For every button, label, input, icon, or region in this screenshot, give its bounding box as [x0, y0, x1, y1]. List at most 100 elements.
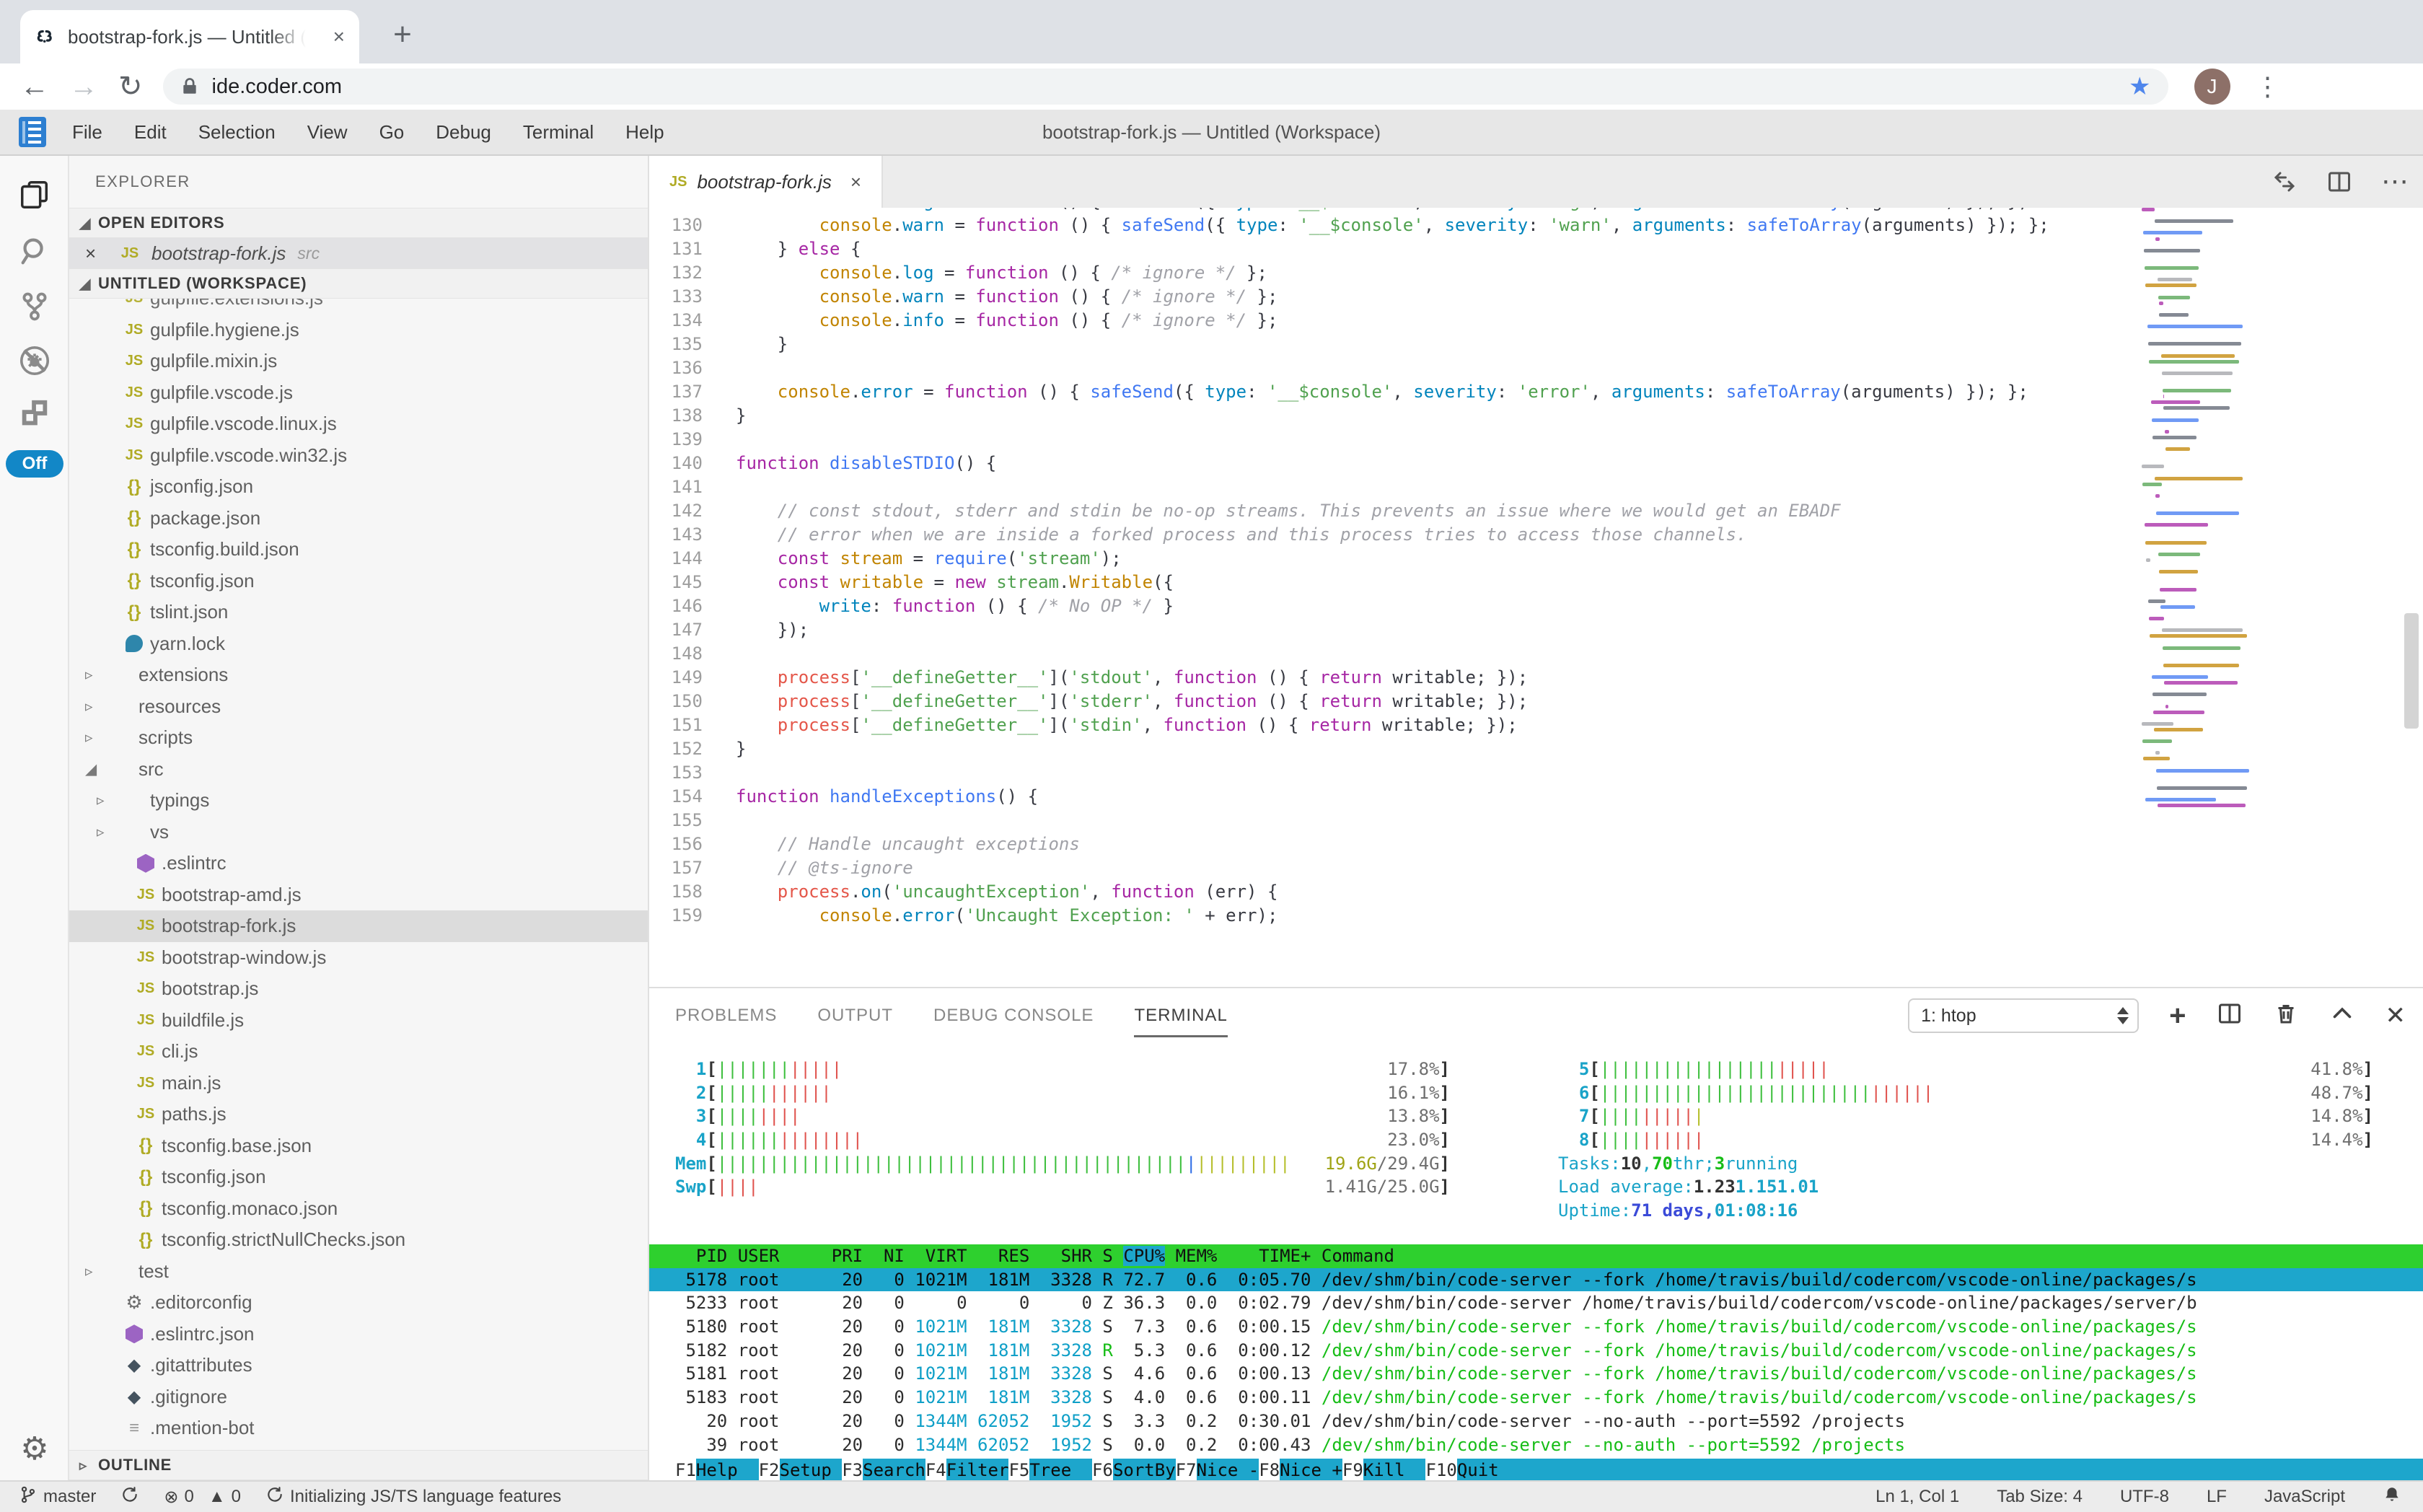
- menu-edit[interactable]: Edit: [118, 121, 183, 144]
- menu-go[interactable]: Go: [364, 121, 421, 144]
- outline-header[interactable]: ▹ OUTLINE: [69, 1450, 648, 1480]
- tree-folder-test[interactable]: ▹test: [69, 1256, 648, 1288]
- avatar[interactable]: J: [2194, 69, 2230, 105]
- browser-tab[interactable]: bootstrap-fork.js — Untitled (W ×: [20, 10, 359, 63]
- tree-folder-extensions[interactable]: ▹extensions: [69, 659, 648, 691]
- tree-file-main.js[interactable]: JSmain.js: [69, 1068, 648, 1099]
- tree-file-bootstrap.js[interactable]: JSbootstrap.js: [69, 973, 648, 1005]
- telemetry-off-badge[interactable]: Off: [6, 450, 63, 478]
- problems-indicator[interactable]: ⊗ 0 ▲ 0: [164, 1487, 241, 1508]
- tree-file-bootstrap-amd.js[interactable]: JSbootstrap-amd.js: [69, 879, 648, 911]
- htop-process-row-20[interactable]: 20 root 20 0 1344M 62052 1952 S 3.3 0.2 …: [649, 1410, 2423, 1433]
- tree-file-gulpfile.extensions.js[interactable]: JSgulpfile.extensions.js: [69, 299, 648, 315]
- panel-tab-terminal[interactable]: TERMINAL: [1134, 988, 1227, 1043]
- terminal-select[interactable]: 1: htop: [1908, 998, 2139, 1033]
- new-terminal-icon[interactable]: +: [2169, 1001, 2186, 1030]
- terminal[interactable]: 1[||||||||||||17.8%] 2[|||||||||||16.1%]…: [649, 1043, 2423, 1482]
- status-ln-1-col-1[interactable]: Ln 1, Col 1: [1875, 1487, 1959, 1507]
- tree-folder-scripts[interactable]: ▹scripts: [69, 722, 648, 754]
- kill-terminal-icon[interactable]: [2273, 1001, 2299, 1032]
- status-javascript[interactable]: JavaScript: [2264, 1487, 2345, 1507]
- debug-disabled-icon[interactable]: [0, 335, 69, 387]
- bell-icon[interactable]: [2383, 1485, 2401, 1509]
- forward-icon[interactable]: →: [69, 71, 98, 103]
- tree-file-gulpfile.vscode.linux.js[interactable]: JSgulpfile.vscode.linux.js: [69, 408, 648, 440]
- editor-scrollbar[interactable]: [2404, 613, 2419, 729]
- close-icon[interactable]: ×: [85, 242, 114, 265]
- tree-file-tslint.json[interactable]: {}tslint.json: [69, 597, 648, 628]
- tree-folder-typings[interactable]: ▹typings: [69, 785, 648, 817]
- tree-file-tsconfig.json[interactable]: {}tsconfig.json: [69, 566, 648, 597]
- tree-file-bootstrap-window.js[interactable]: JSbootstrap-window.js: [69, 942, 648, 974]
- maximize-panel-icon[interactable]: [2329, 1001, 2355, 1032]
- tree-file-tsconfig.json[interactable]: {}tsconfig.json: [69, 1161, 648, 1193]
- htop-process-row-5180[interactable]: 5180 root 20 0 1021M 181M 3328 S 7.3 0.6…: [649, 1315, 2423, 1339]
- tree-file-gulpfile.mixin.js[interactable]: JSgulpfile.mixin.js: [69, 346, 648, 377]
- tree-file-gulpfile.vscode.win32.js[interactable]: JSgulpfile.vscode.win32.js: [69, 440, 648, 472]
- code-server-logo-icon[interactable]: [19, 117, 46, 147]
- tree-file-package.json[interactable]: {}package.json: [69, 503, 648, 535]
- htop-table-header[interactable]: PID USER PRI NI VIRT RES SHR S CPU% MEM%…: [649, 1244, 2423, 1268]
- status-utf-8[interactable]: UTF-8: [2120, 1487, 2169, 1507]
- close-panel-icon[interactable]: ✕: [2385, 1001, 2406, 1030]
- panel-tab-debug-console[interactable]: DEBUG CONSOLE: [933, 988, 1094, 1043]
- htop-process-row-5178[interactable]: 5178 root 20 0 1021M 181M 3328 R 72.7 0.…: [649, 1268, 2423, 1292]
- sync-indicator[interactable]: [120, 1485, 139, 1509]
- tree-folder-src[interactable]: ◢src: [69, 754, 648, 786]
- open-editors-header[interactable]: ◢ OPEN EDITORS: [69, 208, 648, 238]
- open-editor-item[interactable]: × JS bootstrap-fork.js src: [69, 238, 648, 268]
- tree-file-tsconfig.base.json[interactable]: {}tsconfig.base.json: [69, 1130, 648, 1162]
- reload-icon[interactable]: ↻: [118, 70, 143, 103]
- menu-view[interactable]: View: [291, 121, 364, 144]
- new-tab-button[interactable]: +: [382, 16, 423, 56]
- menu-file[interactable]: File: [56, 121, 118, 144]
- tree-file-tsconfig.build.json[interactable]: {}tsconfig.build.json: [69, 534, 648, 566]
- tree-file-buildfile.js[interactable]: JSbuildfile.js: [69, 1005, 648, 1037]
- open-changes-icon[interactable]: [2272, 169, 2297, 195]
- tab-close-icon[interactable]: ×: [850, 171, 861, 193]
- source-control-icon[interactable]: [0, 280, 69, 332]
- tree-folder-resources[interactable]: ▹resources: [69, 691, 648, 723]
- tree-folder-vs[interactable]: ▹vs: [69, 817, 648, 848]
- tree-file-.editorconfig[interactable]: ⚙.editorconfig: [69, 1287, 648, 1319]
- htop-process-row-5183[interactable]: 5183 root 20 0 1021M 181M 3328 S 4.0 0.6…: [649, 1386, 2423, 1410]
- tree-file-cli.js[interactable]: JScli.js: [69, 1036, 648, 1068]
- menu-help[interactable]: Help: [610, 121, 680, 144]
- status-lf[interactable]: LF: [2207, 1487, 2227, 1507]
- settings-gear-icon[interactable]: ⚙: [0, 1430, 69, 1467]
- split-terminal-icon[interactable]: [2217, 1001, 2243, 1032]
- search-icon[interactable]: [0, 225, 69, 277]
- tree-file-.eslintrc[interactable]: .eslintrc: [69, 848, 648, 879]
- tree-file-jsconfig.json[interactable]: {}jsconfig.json: [69, 471, 648, 503]
- panel-tab-output[interactable]: OUTPUT: [817, 988, 893, 1043]
- minimap[interactable]: [2142, 208, 2264, 828]
- htop-process-row-5233[interactable]: 5233 root 20 0 0 0 0 Z 36.3 0.0 0:02.79 …: [649, 1291, 2423, 1315]
- git-branch-indicator[interactable]: master: [19, 1485, 96, 1509]
- address-bar[interactable]: ide.coder.com ★: [163, 69, 2168, 105]
- explorer-icon[interactable]: [0, 169, 69, 221]
- back-icon[interactable]: ←: [20, 71, 49, 103]
- htop-process-row-5181[interactable]: 5181 root 20 0 1021M 181M 3328 S 4.6 0.6…: [649, 1362, 2423, 1386]
- tree-file-gulpfile.vscode.js[interactable]: JSgulpfile.vscode.js: [69, 377, 648, 409]
- tree-file-yarn.lock[interactable]: yarn.lock: [69, 628, 648, 660]
- tree-file-gulpfile.hygiene.js[interactable]: JSgulpfile.hygiene.js: [69, 315, 648, 346]
- browser-menu-icon[interactable]: ⋮: [2255, 71, 2281, 102]
- bookmark-star-icon[interactable]: ★: [2129, 72, 2150, 101]
- language-status[interactable]: Initializing JS/TS language features: [265, 1485, 561, 1509]
- extensions-icon[interactable]: [0, 388, 69, 440]
- tree-file-tsconfig.strictNullChecks.json[interactable]: {}tsconfig.strictNullChecks.json: [69, 1224, 648, 1256]
- htop-process-row-5182[interactable]: 5182 root 20 0 1021M 181M 3328 R 5.3 0.6…: [649, 1339, 2423, 1363]
- menu-selection[interactable]: Selection: [183, 121, 291, 144]
- workspace-header[interactable]: ◢ UNTITLED (WORKSPACE): [69, 268, 648, 299]
- tree-file-.eslintrc.json[interactable]: .eslintrc.json: [69, 1319, 648, 1350]
- tree-file-paths.js[interactable]: JSpaths.js: [69, 1099, 648, 1130]
- htop-process-row-39[interactable]: 39 root 20 0 1344M 62052 1952 S 0.0 0.2 …: [649, 1433, 2423, 1457]
- code-editor[interactable]: 129 console.log = function () { safeSend…: [649, 208, 2423, 987]
- tree-file-tsconfig.monaco.json[interactable]: {}tsconfig.monaco.json: [69, 1193, 648, 1225]
- status-tab-size-4[interactable]: Tab Size: 4: [1997, 1487, 2083, 1507]
- tree-file-.mention-bot[interactable]: ≡.mention-bot: [69, 1412, 648, 1444]
- editor-tab[interactable]: JS bootstrap-fork.js ×: [649, 156, 883, 208]
- tree-file-.gitattributes[interactable]: ◆.gitattributes: [69, 1350, 648, 1381]
- tree-file-.gitignore[interactable]: ◆.gitignore: [69, 1381, 648, 1413]
- split-editor-icon[interactable]: [2326, 169, 2352, 195]
